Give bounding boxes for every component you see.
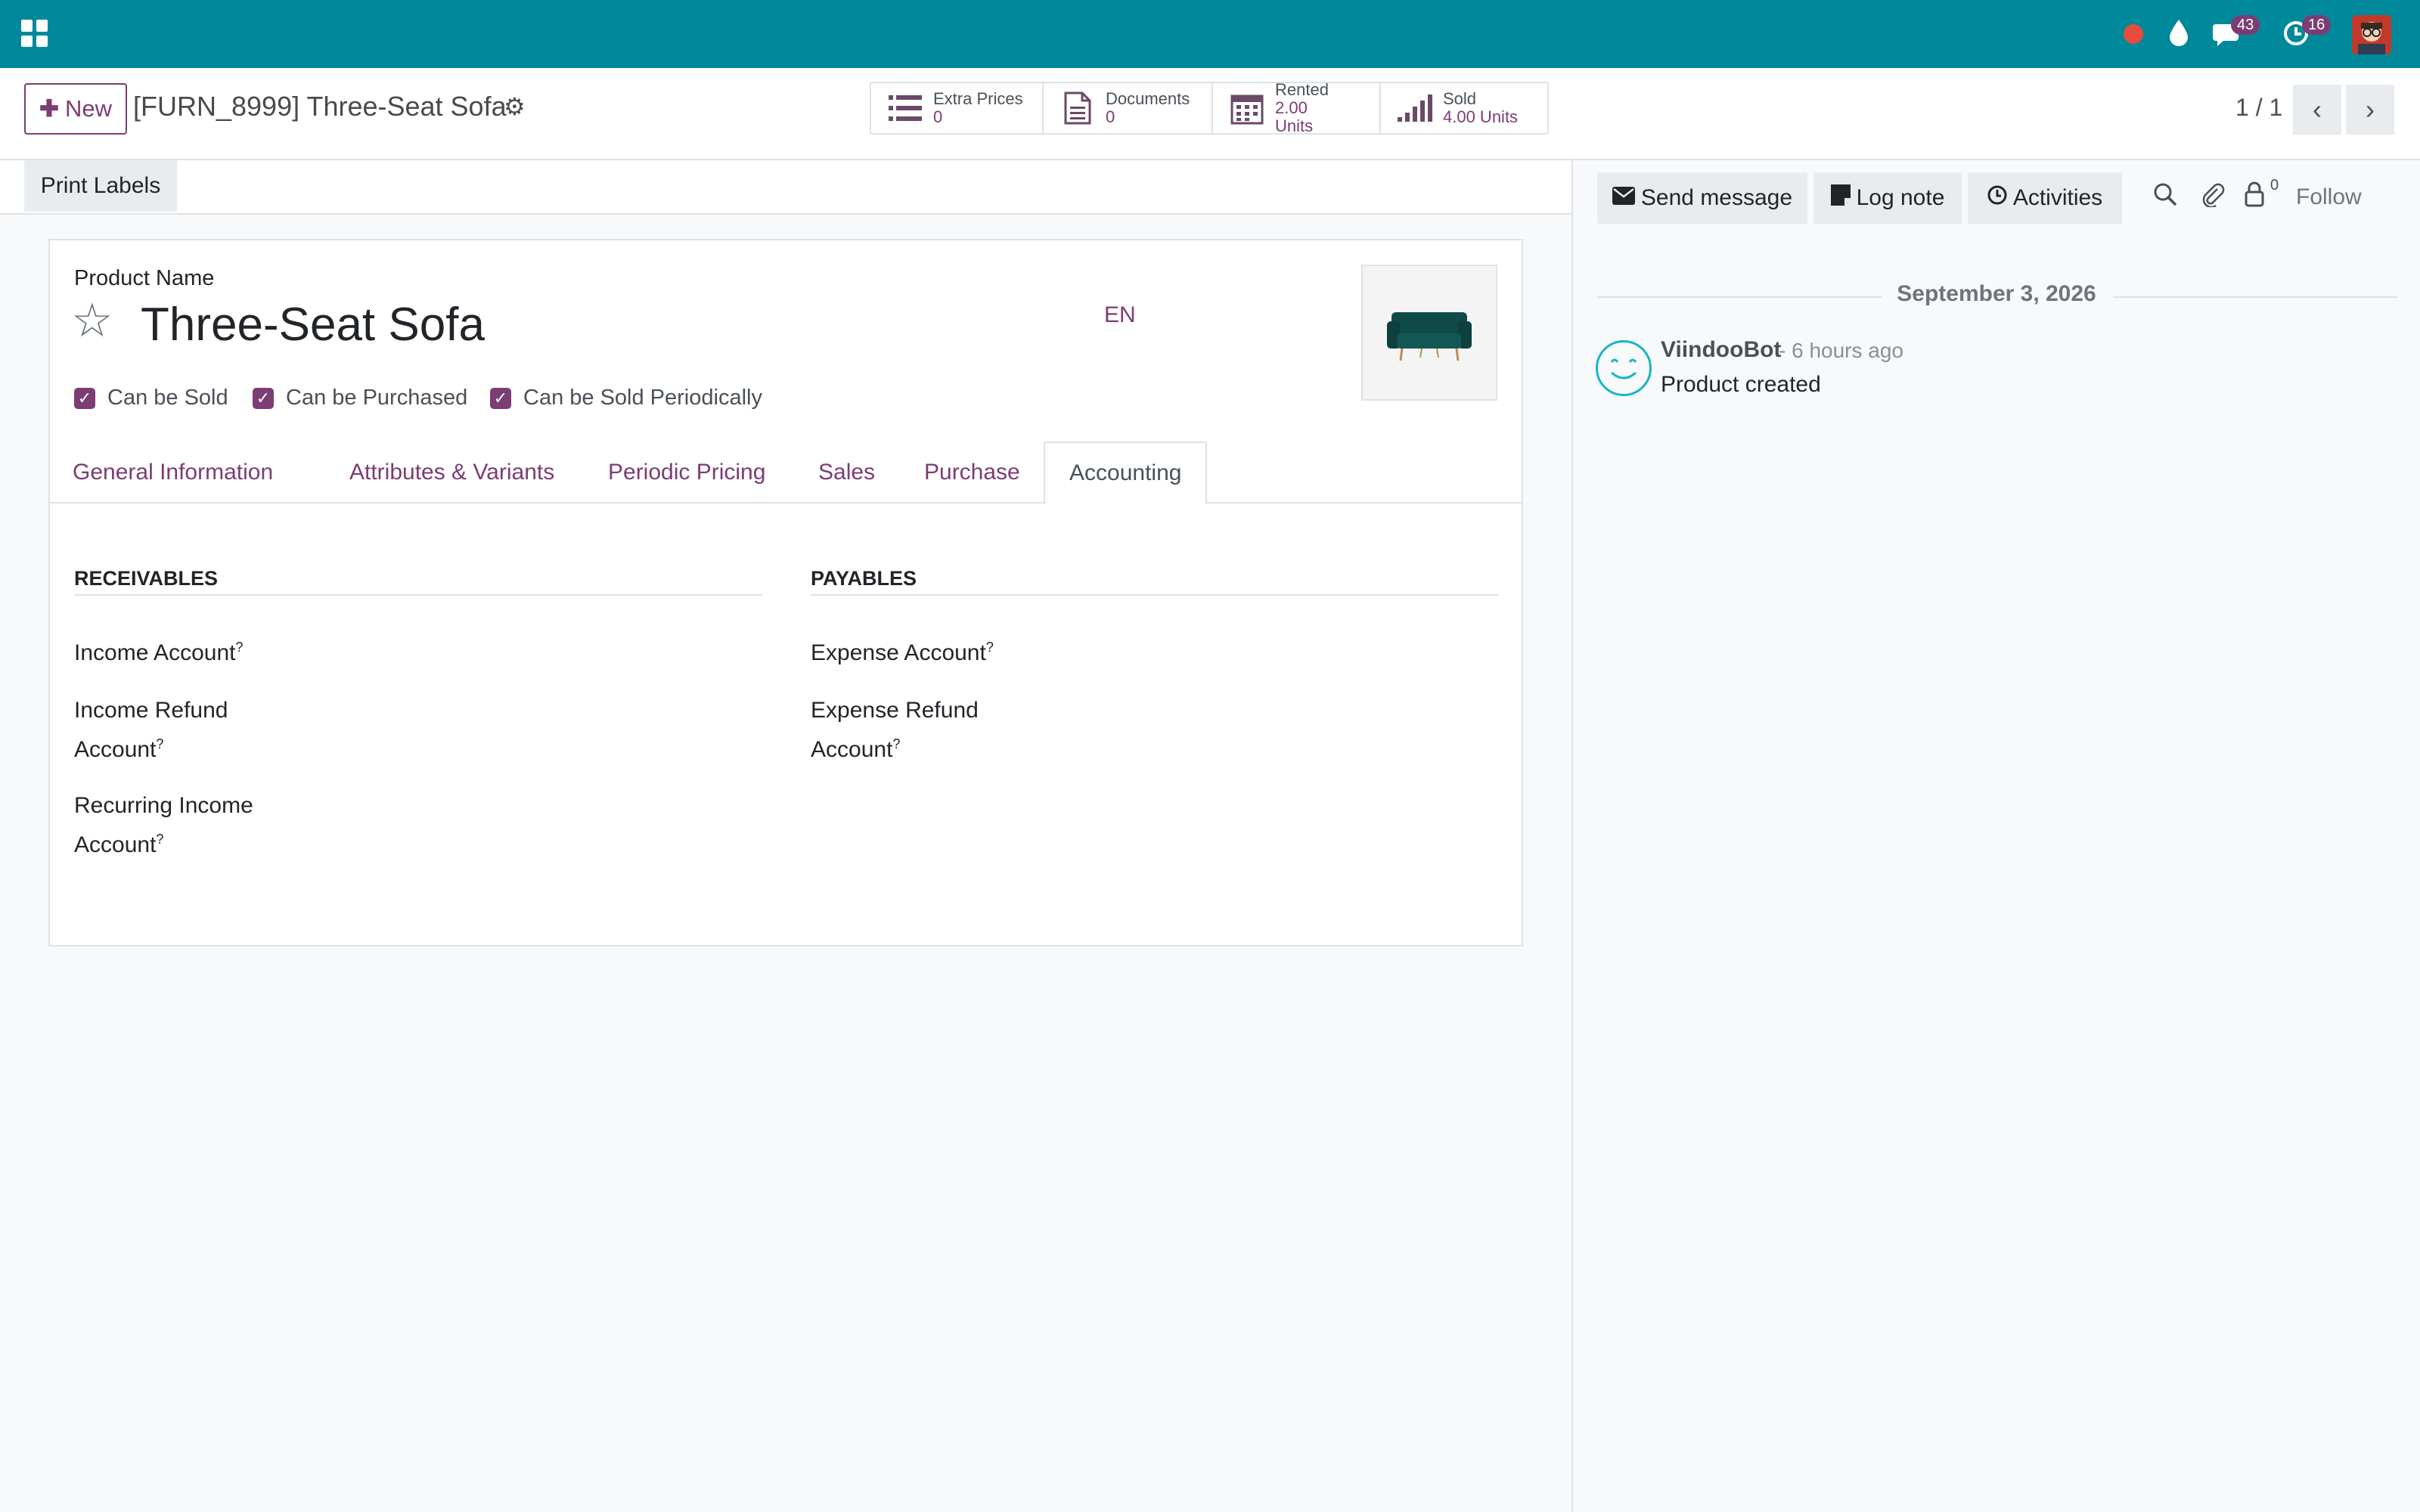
activities-badge: 16 — [2302, 15, 2332, 35]
tab-attributes-variants[interactable]: Attributes & Variants — [325, 442, 579, 503]
payables-divider — [811, 594, 1499, 596]
stat-value: 0 — [1106, 107, 1115, 126]
stat-button-sold[interactable]: Sold 4.00 Units — [1381, 83, 1547, 133]
paperclip-icon[interactable] — [2199, 181, 2225, 214]
checkbox-can-be-purchased[interactable]: ✓ Can be Purchased — [253, 386, 467, 411]
messages-badge: 43 — [2231, 15, 2260, 35]
pager-previous-button[interactable]: ‹ — [2293, 85, 2341, 135]
date-separator-line-left — [1597, 296, 1882, 298]
user-avatar[interactable] — [2352, 15, 2391, 54]
send-message-button[interactable]: Send message — [1597, 172, 1807, 224]
top-navbar: 43 16 — [0, 0, 2420, 68]
checkbox-can-be-sold[interactable]: ✓ Can be Sold — [74, 386, 228, 411]
tab-general-information[interactable]: General Information — [48, 442, 297, 503]
stat-value: 4.00 Units — [1443, 107, 1519, 126]
language-toggle[interactable]: EN — [1104, 302, 1136, 328]
stat-label: Rented — [1275, 80, 1329, 99]
payables-heading: PAYABLES — [811, 567, 917, 590]
form-statusbar: Print Labels — [0, 160, 1571, 215]
pager-value[interactable]: 1 / 1 — [2235, 94, 2282, 122]
recording-dot-icon[interactable] — [2124, 24, 2143, 44]
message-time: - 6 hours ago — [1779, 339, 1903, 362]
checkbox-checked-icon: ✓ — [490, 387, 511, 409]
log-note-button[interactable]: Log note — [1813, 172, 1962, 224]
stat-buttons: Extra Prices 0 Documents 0 Rented 2.00 U… — [870, 80, 1549, 135]
tab-periodic-pricing[interactable]: Periodic Pricing — [584, 442, 790, 503]
sofa-image — [1387, 312, 1472, 361]
help-mark[interactable]: ? — [986, 640, 994, 655]
notebook-tabs: General Information Attributes & Variant… — [48, 442, 1523, 505]
stat-button-rented[interactable]: Rented 2.00 Units — [1213, 80, 1381, 135]
signal-bars-icon — [1398, 93, 1432, 123]
bot-avatar[interactable] — [1596, 340, 1652, 396]
checkbox-can-be-sold-periodically[interactable]: ✓ Can be Sold Periodically — [490, 386, 762, 411]
form-chatter-divider — [1571, 160, 1573, 1512]
income-refund-account-label: Income Refund Account? — [74, 698, 228, 762]
new-button[interactable]: ✚ New — [24, 83, 127, 135]
followers-count: 0 — [2270, 177, 2279, 194]
checkbox-label: Can be Purchased — [286, 386, 468, 410]
activities-label: Activities — [2012, 185, 2103, 210]
pager-next-button[interactable]: › — [2346, 85, 2394, 135]
expense-refund-account-label: Expense Refund Account? — [811, 698, 979, 762]
message-author[interactable]: ViindooBot — [1661, 337, 1781, 363]
followers-lock-icon[interactable] — [2243, 181, 2266, 214]
note-icon — [1830, 184, 1851, 212]
expense-account-label: Expense Account? — [811, 640, 994, 665]
stat-label: Extra Prices — [933, 89, 1023, 108]
calendar-icon — [1230, 91, 1264, 125]
stat-label: Documents — [1106, 89, 1190, 108]
control-panel: ✚ New [FURN_8999] Three-Seat Sofa ⚙ Extr… — [0, 68, 2420, 160]
clock-icon — [1987, 185, 2007, 211]
apps-menu-icon[interactable] — [21, 20, 48, 47]
checkbox-checked-icon: ✓ — [74, 387, 95, 409]
help-mark[interactable]: ? — [235, 640, 243, 655]
gear-icon[interactable]: ⚙ — [504, 92, 526, 121]
log-note-label: Log note — [1856, 185, 1945, 210]
receivables-divider — [74, 594, 762, 596]
tab-sales[interactable]: Sales — [794, 442, 899, 503]
stat-button-documents[interactable]: Documents 0 — [1044, 83, 1213, 133]
help-mark[interactable]: ? — [892, 736, 900, 751]
message-body: Product created — [1661, 372, 1821, 397]
date-separator: September 3, 2026 — [1897, 281, 2096, 306]
product-name-label: Product Name — [74, 266, 215, 290]
follow-button[interactable]: Follow — [2296, 184, 2362, 210]
stat-value: 2.00 — [1275, 98, 1308, 117]
print-labels-button[interactable]: Print Labels — [24, 160, 177, 212]
date-separator-line-right — [2113, 296, 2397, 298]
document-icon — [1060, 91, 1095, 125]
receivables-heading: RECEIVABLES — [74, 567, 219, 590]
list-icon — [888, 94, 923, 122]
checkbox-checked-icon: ✓ — [253, 387, 274, 409]
checkbox-label: Can be Sold — [107, 386, 228, 410]
income-account-label: Income Account? — [74, 640, 244, 665]
new-button-label: New — [64, 95, 112, 122]
favorite-star-icon[interactable]: ☆ — [71, 298, 113, 345]
plus-icon: ✚ — [39, 95, 59, 122]
help-mark[interactable]: ? — [156, 832, 163, 847]
envelope-icon — [1612, 185, 1635, 211]
recurring-income-account-label: Recurring Income Account? — [74, 793, 253, 857]
stat-button-extra-prices[interactable]: Extra Prices 0 — [871, 83, 1044, 133]
droplet-icon[interactable] — [2167, 18, 2190, 51]
search-icon[interactable] — [2152, 181, 2178, 214]
breadcrumb: [FURN_8999] Three-Seat Sofa — [133, 91, 507, 122]
stat-value-unit: Units — [1275, 116, 1314, 135]
chevron-left-icon: ‹ — [2313, 94, 2322, 125]
tab-accounting[interactable]: Accounting — [1044, 442, 1208, 505]
stat-value: 0 — [933, 107, 943, 126]
product-image[interactable] — [1361, 265, 1497, 401]
send-message-label: Send message — [1640, 185, 1793, 210]
activities-button[interactable]: Activities — [1968, 172, 2122, 224]
chevron-right-icon: › — [2366, 94, 2375, 125]
product-name-field[interactable]: Three-Seat Sofa — [141, 298, 485, 352]
help-mark[interactable]: ? — [156, 736, 163, 751]
stat-label: Sold — [1443, 89, 1477, 108]
checkbox-label: Can be Sold Periodically — [523, 386, 762, 410]
tab-purchase[interactable]: Purchase — [900, 442, 1044, 503]
